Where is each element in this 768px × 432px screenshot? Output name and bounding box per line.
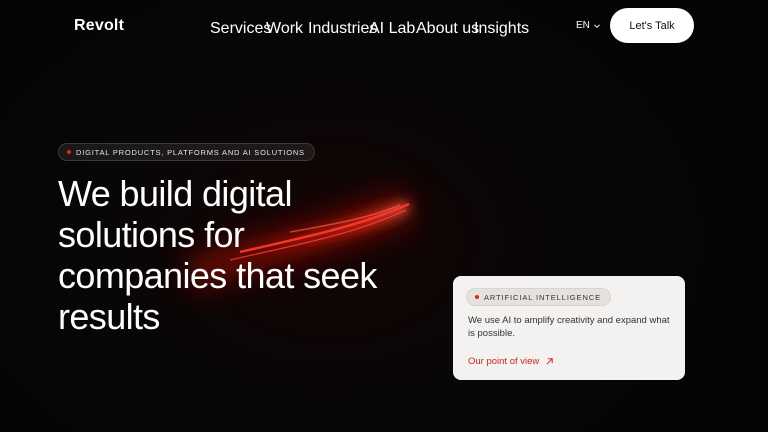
dot-icon <box>67 150 71 154</box>
card-badge-label: ARTIFICIAL INTELLIGENCE <box>484 292 601 302</box>
lets-talk-button[interactable]: Let's Talk <box>610 8 694 43</box>
nav-item-work[interactable]: Work <box>266 20 303 38</box>
hero-headline-line: companies that seek <box>58 255 377 296</box>
nav-item-insights[interactable]: Insights <box>474 20 529 38</box>
point-of-view-label: Our point of view <box>468 356 540 367</box>
page: Revolt Services Work Industries AI Lab A… <box>0 0 768 432</box>
arrow-up-right-icon <box>546 358 553 365</box>
hero-headline-line: results <box>58 296 160 337</box>
hero-badge: DIGITAL PRODUCTS, PLATFORMS AND AI SOLUT… <box>58 143 315 161</box>
ai-card: ARTIFICIAL INTELLIGENCE We use AI to amp… <box>453 276 685 380</box>
point-of-view-link[interactable]: Our point of view <box>468 356 554 367</box>
language-label: EN <box>576 20 590 31</box>
hero-headline-line: solutions for <box>58 214 245 255</box>
card-description: We use AI to amplify creativity and expa… <box>468 315 670 339</box>
card-badge: ARTIFICIAL INTELLIGENCE <box>466 288 611 306</box>
nav-item-about-us[interactable]: About us <box>416 20 479 38</box>
hero-badge-label: DIGITAL PRODUCTS, PLATFORMS AND AI SOLUT… <box>76 147 305 157</box>
chevron-down-icon <box>594 23 600 28</box>
hero-headline-line: We build digital <box>58 173 292 214</box>
nav-item-industries[interactable]: Industries <box>308 20 377 38</box>
language-selector[interactable]: EN <box>576 20 601 31</box>
nav-item-services[interactable]: Services <box>210 20 271 38</box>
dot-icon <box>475 295 479 299</box>
nav-item-ai-lab[interactable]: AI Lab <box>369 20 415 38</box>
hero-headline: We build digital solutions for companies… <box>58 173 438 337</box>
logo[interactable]: Revolt <box>74 17 124 35</box>
